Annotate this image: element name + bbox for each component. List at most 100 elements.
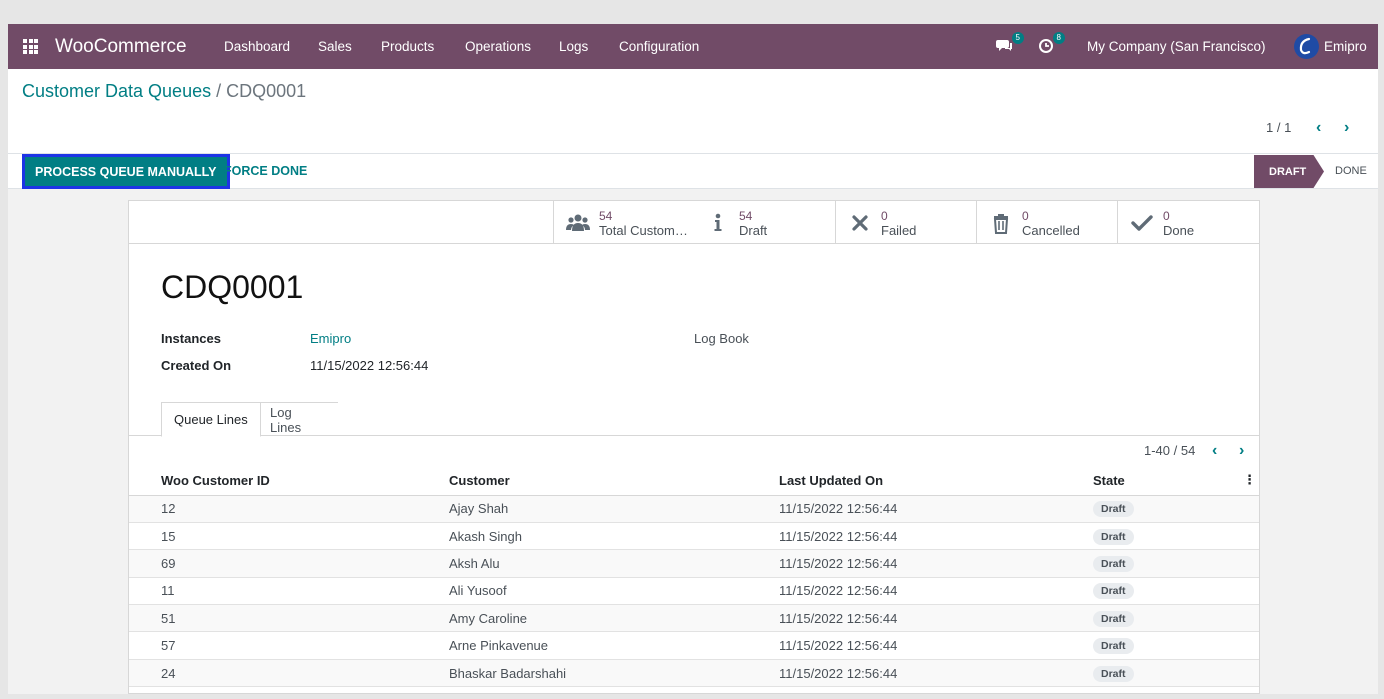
row-customer: Ali Yusoof	[449, 577, 779, 606]
menu-dashboard[interactable]: Dashboard	[224, 39, 290, 54]
row-state-cell: Draft	[1093, 577, 1243, 606]
menu-logs[interactable]: Logs	[559, 39, 588, 54]
row-customer: Arne Pinkavenue	[449, 631, 779, 660]
table-row[interactable]: 11 Ali Yusoof 11/15/2022 12:56:44 Draft	[129, 577, 1259, 606]
table-row[interactable]: 15 Akash Singh 11/15/2022 12:56:44 Draft	[129, 522, 1259, 551]
row-state-cell: Draft	[1093, 549, 1243, 578]
state-badge: Draft	[1093, 555, 1134, 572]
state-badge: Draft	[1093, 528, 1134, 545]
row-state-cell: Draft	[1093, 495, 1243, 523]
activities-button[interactable]: 8	[1037, 32, 1065, 56]
force-done-button[interactable]: FORCE DONE	[224, 164, 307, 178]
state-badge: Draft	[1093, 501, 1134, 518]
app-brand[interactable]: WooCommerce	[55, 36, 187, 58]
emipro-logo-icon	[1299, 37, 1311, 55]
row-updated: 11/15/2022 12:56:44	[779, 577, 1093, 606]
row-updated: 11/15/2022 12:56:44	[779, 495, 1093, 523]
table-header-row: Woo Customer ID Customer Last Updated On…	[129, 466, 1259, 496]
company-switcher[interactable]: My Company (San Francisco)	[1087, 39, 1266, 54]
process-queue-manually-button[interactable]: PROCESS QUEUE MANUALLY	[22, 154, 230, 189]
row-id: 15	[129, 522, 449, 551]
list-pager-prev-icon[interactable]: ‹	[1212, 443, 1217, 459]
table-row[interactable]: 12 Ajay Shah 11/15/2022 12:56:44 Draft	[129, 495, 1259, 523]
trash-icon	[989, 212, 1013, 234]
apps-grid-icon[interactable]	[23, 39, 38, 54]
breadcrumb-parent-link[interactable]: Customer Data Queues	[22, 81, 211, 101]
top-navbar: WooCommerce Dashboard Sales Products Ope…	[8, 24, 1378, 69]
cancelled-label: Cancelled	[1022, 223, 1080, 238]
draft-smart-button[interactable]: 54 Draft	[694, 201, 835, 244]
user-avatar[interactable]	[1294, 34, 1319, 59]
total-customers-value: 54	[599, 209, 613, 223]
total-customers-smart-button[interactable]: 54 Total Customers	[553, 201, 694, 244]
row-state-cell: Draft	[1093, 604, 1243, 633]
row-customer: Bhaskar Badarshahi	[449, 659, 779, 688]
activities-count-badge: 8	[1052, 32, 1065, 44]
menu-sales[interactable]: Sales	[318, 39, 352, 54]
row-updated: 11/15/2022 12:56:44	[779, 604, 1093, 633]
app-window: WooCommerce Dashboard Sales Products Ope…	[8, 24, 1378, 694]
messages-count-badge: 5	[1011, 32, 1024, 44]
cancelled-smart-button[interactable]: 0 Cancelled	[976, 201, 1117, 244]
cancelled-value: 0	[1022, 209, 1029, 223]
column-state[interactable]: State	[1093, 466, 1243, 496]
done-smart-button[interactable]: 0 Done	[1117, 201, 1258, 244]
failed-smart-button[interactable]: 0 Failed	[835, 201, 976, 244]
instances-value-link[interactable]: Emipro	[310, 331, 351, 346]
smart-button-box: 54 Total Customers 54 Draft 0 Failed 0 C…	[129, 201, 1259, 244]
row-id: 12	[129, 495, 449, 523]
notebook-tabs: Queue Lines Log Lines	[129, 402, 1259, 437]
stage-done[interactable]: DONE	[1335, 165, 1367, 177]
column-woo-customer-id[interactable]: Woo Customer ID	[129, 466, 449, 496]
pager-prev-icon[interactable]: ‹	[1316, 120, 1321, 136]
menu-products[interactable]: Products	[381, 39, 434, 54]
messages-button[interactable]: 5	[996, 32, 1024, 56]
column-last-updated-on[interactable]: Last Updated On	[779, 466, 1093, 496]
row-id: 11	[129, 577, 449, 606]
table-row[interactable]: 24 Bhaskar Badarshahi 11/15/2022 12:56:4…	[129, 659, 1259, 688]
record-pager-value[interactable]: 1 / 1	[1266, 120, 1291, 135]
breadcrumb-separator: /	[211, 81, 227, 101]
column-customer[interactable]: Customer	[449, 466, 779, 496]
row-id: 24	[129, 659, 449, 688]
menu-configuration[interactable]: Configuration	[619, 39, 699, 54]
stage-draft[interactable]: DRAFT	[1254, 155, 1324, 188]
tab-queue-lines[interactable]: Queue Lines	[161, 402, 261, 437]
created-on-label: Created On	[161, 358, 232, 373]
row-state-cell: Draft	[1093, 522, 1243, 551]
row-updated: 11/15/2022 12:56:44	[779, 659, 1093, 688]
row-id: 69	[129, 549, 449, 578]
list-pager-value[interactable]: 1-40 / 54	[1144, 443, 1195, 458]
check-icon	[1130, 212, 1154, 234]
tab-log-lines[interactable]: Log Lines	[258, 402, 338, 436]
instances-label: Instances	[161, 331, 221, 346]
optional-columns-kebab-icon[interactable]: ⋮	[1243, 466, 1259, 496]
breadcrumb-current: CDQ0001	[226, 81, 307, 101]
row-customer: Ajay Shah	[449, 495, 779, 523]
menu-operations[interactable]: Operations	[465, 39, 531, 54]
row-updated: 11/15/2022 12:56:44	[779, 549, 1093, 578]
state-badge: Draft	[1093, 583, 1134, 600]
pager-next-icon[interactable]: ›	[1344, 120, 1349, 136]
failed-value: 0	[881, 209, 888, 223]
form-sheet: 54 Total Customers 54 Draft 0 Failed 0 C…	[128, 200, 1260, 694]
failed-label: Failed	[881, 223, 917, 238]
draft-label: Draft	[739, 223, 768, 238]
table-row[interactable]: 51 Amy Caroline 11/15/2022 12:56:44 Draf…	[129, 604, 1259, 633]
row-customer: Aksh Alu	[449, 549, 779, 578]
done-value: 0	[1163, 209, 1170, 223]
row-id: 57	[129, 631, 449, 660]
row-id: 51	[129, 604, 449, 633]
table-row[interactable]: 69 Aksh Alu 11/15/2022 12:56:44 Draft	[129, 549, 1259, 578]
info-icon	[706, 212, 730, 234]
row-state-cell: Draft	[1093, 631, 1243, 660]
times-icon	[848, 212, 872, 234]
table-row[interactable]: 57 Arne Pinkavenue 11/15/2022 12:56:44 D…	[129, 631, 1259, 660]
created-on-value: 11/15/2022 12:56:44	[310, 358, 429, 373]
list-pager-next-icon[interactable]: ›	[1239, 443, 1244, 459]
row-updated: 11/15/2022 12:56:44	[779, 631, 1093, 660]
form-statusbar: PROCESS QUEUE MANUALLY FORCE DONE DRAFT …	[8, 153, 1378, 189]
row-updated: 11/15/2022 12:56:44	[779, 522, 1093, 551]
user-menu[interactable]: Emipro	[1324, 39, 1367, 54]
row-state-cell: Draft	[1093, 659, 1243, 688]
